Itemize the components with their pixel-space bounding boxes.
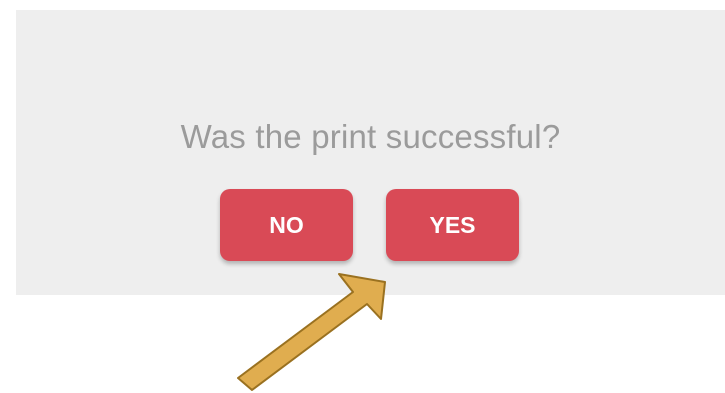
yes-button[interactable]: YES (386, 189, 519, 261)
print-result-dialog: Was the print successful? NO YES (16, 10, 725, 295)
dialog-question: Was the print successful? (180, 118, 561, 155)
no-button[interactable]: NO (220, 189, 353, 261)
screen: Was the print successful? NO YES (0, 0, 725, 393)
